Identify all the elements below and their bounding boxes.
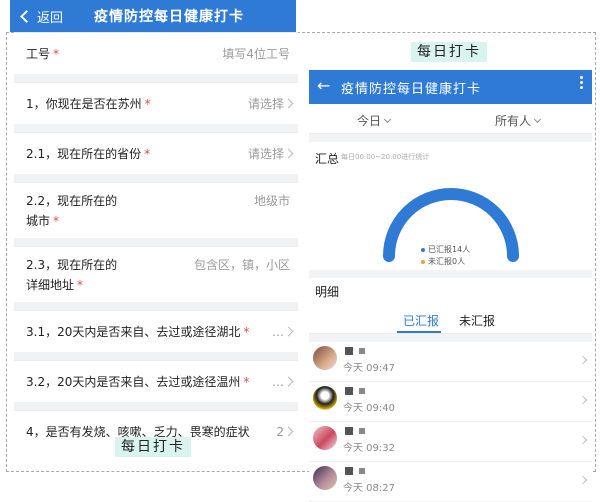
active-tab-underline [397,331,441,333]
required-mark: * [53,214,60,228]
required-mark: * [77,278,84,292]
reported-label: 已汇报14人 [428,245,471,254]
field-in-suzhou[interactable]: 1，你现在是否在苏州 * 请选择 [14,82,298,124]
form-caption: 每日打卡 [115,437,191,457]
field-hint: 请选择 [247,97,284,111]
tab-reported[interactable]: 已汇报 [403,312,439,329]
required-mark: * [243,375,250,389]
record-time: 今天 08:27 [343,483,395,494]
chevron-down-icon [383,115,392,123]
detail-tabs: 已汇报 未汇报 [309,306,592,334]
chevron-right-icon [578,435,588,445]
field-label: 工号 [26,47,51,61]
list-item[interactable]: 今天 09:47 [309,342,592,382]
summary-title: 汇总 [315,152,340,166]
chevron-right-icon [283,376,294,387]
form-navbar: 返回 疫情防控每日健康打卡 [10,0,296,32]
reported-dot-icon [421,247,425,252]
field-hint: … [272,375,284,389]
tab-unreported[interactable]: 未汇报 [459,312,495,329]
detail-title: 明细 [309,270,592,299]
field-label: 2.1，现在所在的省份 [26,147,142,161]
name-mosaic [345,467,353,475]
required-mark: * [53,47,60,61]
field-address[interactable]: 2.3，现在所在的 详细地址 * 包含区，镇，小区 [14,246,298,302]
avatar [313,346,337,370]
stats-navbar: ← 疫情防控每日健康打卡 [309,70,592,104]
chevron-right-icon [283,426,294,437]
date-filter[interactable]: 今日 [357,112,392,129]
field-label: 2.2，现在所在的 [26,194,118,208]
name-mosaic [345,387,353,395]
back-label: 返回 [37,11,64,26]
form-body: 工号 * 填写4位工号 1，你现在是否在苏州 * 请选择 2.1，现在所在的省份 * … [14,32,298,452]
required-mark: * [144,147,151,161]
legend-unreported: 未汇报0人 [421,256,465,267]
summary-section: 汇总 每日00:00~20:00进行统计 已汇报14人 未汇报0人 [309,142,592,266]
chevron-down-icon [533,115,542,123]
back-chevron-icon [20,10,33,23]
unreported-dot-icon [421,259,425,264]
field-province[interactable]: 2.1，现在所在的省份 * 请选择 [14,132,298,174]
people-filter-label: 所有人 [495,114,532,128]
field-hint: 包含区，镇，小区 [193,258,290,272]
list-item[interactable]: 今天 09:40 [309,382,592,422]
back-arrow-icon[interactable]: ← [317,76,330,95]
record-time: 今天 09:32 [343,443,395,454]
chevron-right-icon [283,148,294,159]
chevron-right-icon [283,98,294,109]
record-time: 今天 09:40 [343,403,395,414]
required-mark: * [144,97,151,111]
field-label: 1，你现在是否在苏州 [26,97,142,111]
field-label: 3.2，20天内是否来自、去过或途径温州 [26,375,241,389]
required-mark: * [243,325,250,339]
summary-subtitle: 每日00:00~20:00进行统计 [341,153,430,161]
field-hubei[interactable]: 3.1，20天内是否来自、去过或途径湖北 * … [14,310,298,352]
list-item[interactable]: 今天 09:32 [309,422,592,462]
more-menu-icon[interactable] [580,74,584,91]
field-wenzhou[interactable]: 3.2，20天内是否来自、去过或途径温州 * … [14,360,298,402]
form-title: 疫情防控每日健康打卡 [94,9,244,25]
field-hint: 请选择 [247,147,284,161]
record-time: 今天 09:47 [343,363,395,374]
name-mosaic [345,347,353,355]
chevron-right-icon [578,355,588,365]
unreported-label: 未汇报0人 [428,257,466,266]
chevron-right-icon [578,395,588,405]
date-filter-label: 今日 [357,114,382,128]
field-label-line2: 城市 [26,214,51,228]
avatar [313,386,337,410]
checkin-stats-screen: ← 疫情防控每日健康打卡 今日 所有人 汇总 每日00:00~20:00进行统计… [309,70,592,502]
field-label: 2.3，现在所在的 [26,258,118,272]
legend-reported: 已汇报14人 [421,244,470,255]
chevron-right-icon [578,475,588,485]
field-label: 3.1，20天内是否来自、去过或途径湖北 [26,325,241,339]
field-city[interactable]: 2.2，现在所在的 城市 * 地级市 [14,182,298,238]
field-employee-id[interactable]: 工号 * 填写4位工号 [14,32,298,74]
back-button[interactable]: 返回 [20,7,64,26]
people-filter[interactable]: 所有人 [495,112,542,129]
field-hint: 地级市 [253,194,290,208]
filter-bar: 今日 所有人 [309,104,592,134]
list-item[interactable]: 今天 08:27 [309,462,592,502]
name-mosaic [345,427,353,435]
avatar [313,466,337,490]
field-label-line2: 详细地址 [26,278,75,292]
chevron-right-icon [283,326,294,337]
field-hint: … [272,325,284,339]
stats-caption: 每日打卡 [411,42,487,62]
field-hint: 填写4位工号 [222,47,290,61]
stats-title: 疫情防控每日健康打卡 [341,82,482,97]
checkin-form-screen: 返回 疫情防控每日健康打卡 工号 * 填写4位工号 1，你现在是否在苏州 * 请选择… [6,0,298,499]
avatar [313,426,337,450]
field-hint: 2 [276,425,284,439]
